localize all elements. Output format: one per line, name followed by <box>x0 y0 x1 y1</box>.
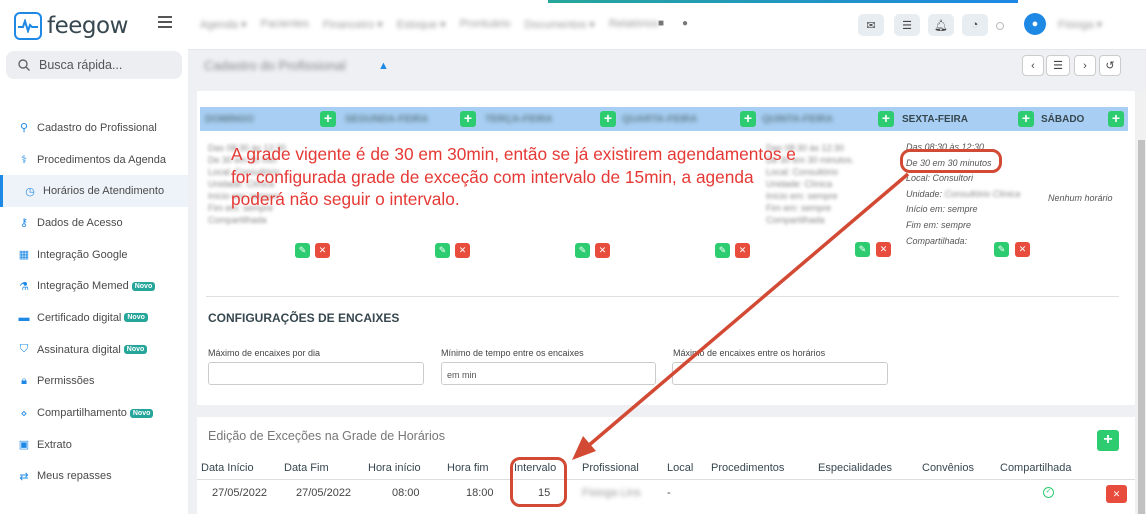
annotation-arrow <box>572 172 910 460</box>
